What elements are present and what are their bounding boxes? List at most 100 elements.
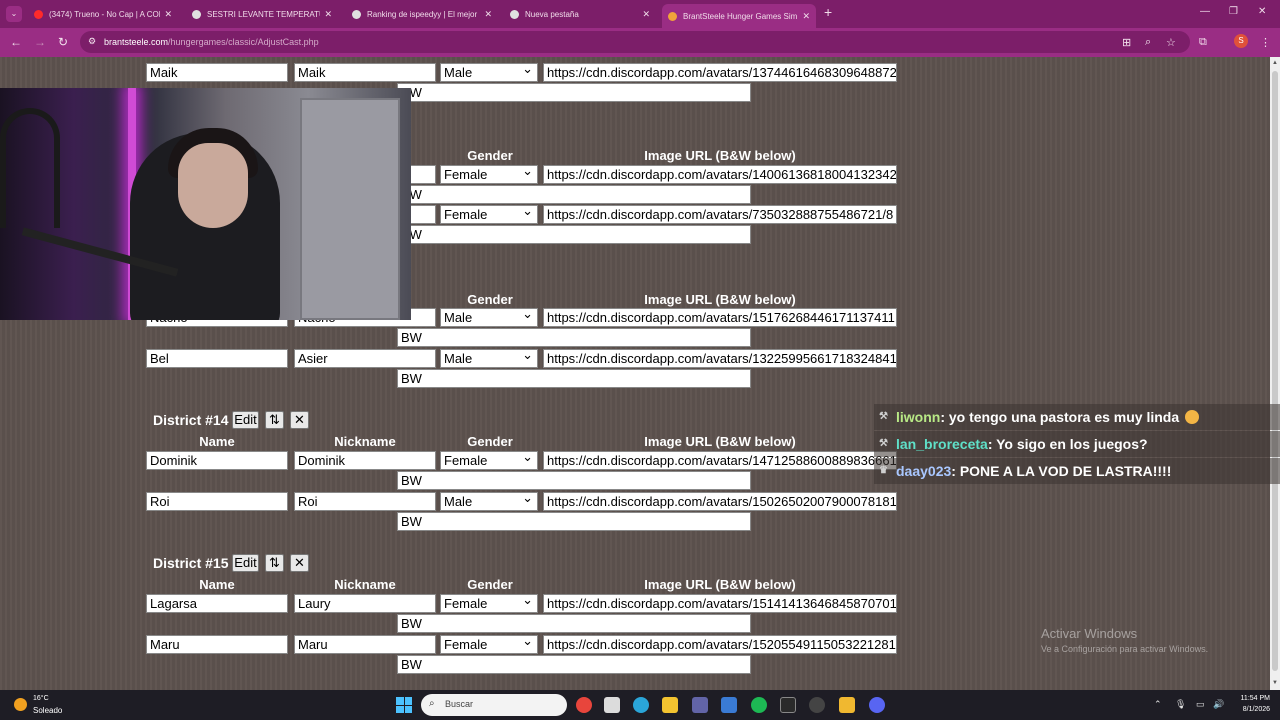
name-input[interactable]: Maru <box>146 635 288 654</box>
image-url-input[interactable]: https://cdn.discordapp.com/avatars/13744… <box>543 63 897 82</box>
gender-header: Gender <box>467 148 513 163</box>
image-url-input[interactable]: https://cdn.discordapp.com/avatars/13225… <box>543 349 897 368</box>
site-info-icon[interactable]: ⚙ <box>88 36 96 47</box>
bookmark-star-icon[interactable]: ☆ <box>1166 36 1176 49</box>
gender-select[interactable]: Female <box>440 165 538 184</box>
nickname-input[interactable]: Laury <box>294 594 436 613</box>
bw-url-input[interactable]: BW <box>397 512 751 531</box>
image-url-input[interactable]: https://cdn.discordapp.com/avatars/14712… <box>543 451 897 470</box>
menu-icon[interactable]: ⋮ <box>1260 36 1271 49</box>
nickname-input[interactable]: Dominik <box>294 451 436 470</box>
nickname-input[interactable]: Roi <box>294 492 436 511</box>
delete-district-button[interactable]: ✕ <box>290 411 309 429</box>
bw-url-input[interactable]: BW <box>397 225 751 244</box>
nickname-input[interactable]: Maik <box>294 63 436 82</box>
name-input[interactable]: Dominik <box>146 451 288 470</box>
image-url-input[interactable]: https://cdn.discordapp.com/avatars/15026… <box>543 492 897 511</box>
scrollbar-thumb[interactable] <box>1272 71 1278 671</box>
image-url-input[interactable]: https://cdn.discordapp.com/avatars/14006… <box>543 165 897 184</box>
image-url-input[interactable]: https://cdn.discordapp.com/avatars/15141… <box>543 594 897 613</box>
bw-url-input[interactable]: BW <box>397 471 751 490</box>
back-icon[interactable]: ← <box>10 35 22 49</box>
name-input[interactable]: Lagarsa <box>146 594 288 613</box>
file-explorer-icon[interactable] <box>662 697 678 713</box>
tab-ranking[interactable]: Ranking de ispeedyy | El mejor ✕ <box>346 4 498 24</box>
gender-select[interactable]: Male <box>440 308 538 327</box>
delete-district-button[interactable]: ✕ <box>290 554 309 572</box>
sort-district-button[interactable]: ⇅ <box>265 411 284 429</box>
tab-search-button[interactable]: ⌄ <box>6 6 22 22</box>
taskbar-search[interactable]: ⌕ Buscar <box>421 694 567 716</box>
address-bar[interactable]: ⚙ brantsteele.com/hungergames/classic/Ad… <box>80 31 1190 53</box>
tab-weather[interactable]: SESTRI LEVANTE TEMPERATURE ✕ <box>186 4 338 24</box>
name-input[interactable]: Roi <box>146 492 288 511</box>
store-icon[interactable] <box>604 697 620 713</box>
url-text[interactable]: brantsteele.com/hungergames/classic/Adju… <box>104 37 319 47</box>
network-icon[interactable]: ▭ <box>1196 699 1205 710</box>
chat-text: : yo tengo una pastora es muy linda <box>940 409 1180 425</box>
chrome-icon[interactable] <box>576 697 592 713</box>
system-clock[interactable]: 11:54 PM 8/1/2026 <box>1228 693 1270 715</box>
tab-youtube[interactable]: (3474) Trueno - No Cap | A COL ✕ <box>28 4 178 24</box>
minimize-icon[interactable]: — <box>1200 6 1210 17</box>
forward-icon[interactable]: → <box>34 35 46 49</box>
weather-widget[interactable]: 16°C Soleado <box>12 695 92 717</box>
gender-header: Gender <box>467 577 513 592</box>
gender-select[interactable]: Female <box>440 635 538 654</box>
tray-chevron-icon[interactable]: ⌃ <box>1154 699 1162 710</box>
microphone-icon[interactable]: 🎙 <box>1175 699 1186 710</box>
page-scrollbar[interactable]: ▲ ▼ <box>1270 57 1280 690</box>
restore-icon[interactable]: ❐ <box>1229 6 1238 17</box>
bw-url-input[interactable]: BW <box>397 185 751 204</box>
image-url-input[interactable]: https://cdn.discordapp.com/avatars/15176… <box>543 308 897 327</box>
gender-select[interactable]: Female <box>440 451 538 470</box>
gender-select[interactable]: Female <box>440 205 538 224</box>
volume-icon[interactable]: 🔊 <box>1213 699 1224 710</box>
profile-avatar[interactable]: S <box>1234 34 1248 48</box>
name-input[interactable]: Maik <box>146 63 288 82</box>
bw-url-input[interactable]: BW <box>397 655 751 674</box>
close-tab-icon[interactable]: ✕ <box>642 9 650 20</box>
bw-url-input[interactable]: BW <box>397 83 751 102</box>
close-tab-icon[interactable]: ✕ <box>802 11 810 22</box>
nickname-input[interactable]: Maru <box>294 635 436 654</box>
bw-url-input[interactable]: BW <box>397 614 751 633</box>
translate-icon[interactable]: ⊞ <box>1122 36 1131 49</box>
spotify-icon[interactable] <box>751 697 767 713</box>
image-url-input[interactable]: https://cdn.discordapp.com/avatars/15205… <box>543 635 897 654</box>
scroll-up-icon[interactable]: ▲ <box>1272 60 1278 66</box>
close-tab-icon[interactable]: ✕ <box>324 9 332 20</box>
chat-text: : PONE A LA VOD DE LASTRA!!!! <box>951 463 1172 479</box>
tab-brantsteele[interactable]: BrantSteele Hunger Games Sim ✕ <box>662 4 816 28</box>
extensions-icon[interactable]: ⧉ <box>1199 36 1207 49</box>
gender-select[interactable]: Female <box>440 594 538 613</box>
zoom-icon[interactable]: ⌕ <box>1145 36 1151 49</box>
close-window-icon[interactable]: ✕ <box>1258 6 1266 17</box>
image-url-header: Image URL (B&W below) <box>644 292 796 307</box>
scroll-down-icon[interactable]: ▼ <box>1272 680 1278 686</box>
tab-new[interactable]: Nueva pestaña ✕ <box>504 4 656 24</box>
bw-url-input[interactable]: BW <box>397 328 751 347</box>
epic-games-icon[interactable] <box>780 697 796 713</box>
mail-icon[interactable] <box>721 697 737 713</box>
bw-url-input[interactable]: BW <box>397 369 751 388</box>
discord-icon[interactable] <box>869 697 885 713</box>
gender-select[interactable]: Male <box>440 349 538 368</box>
nickname-input[interactable]: Asier <box>294 349 436 368</box>
name-input[interactable]: Bel <box>146 349 288 368</box>
edit-district-button[interactable]: Edit <box>232 411 259 429</box>
new-tab-icon[interactable]: + <box>824 4 832 20</box>
obs-icon[interactable] <box>809 697 825 713</box>
image-url-input[interactable]: https://cdn.discordapp.com/avatars/73503… <box>543 205 897 224</box>
gender-select[interactable]: Male <box>440 63 538 82</box>
sort-district-button[interactable]: ⇅ <box>265 554 284 572</box>
teams-icon[interactable] <box>692 697 708 713</box>
edit-district-button[interactable]: Edit <box>232 554 259 572</box>
reload-icon[interactable]: ↻ <box>58 35 68 49</box>
windows-start-icon[interactable] <box>396 697 412 713</box>
close-tab-icon[interactable]: ✕ <box>484 9 492 20</box>
close-tab-icon[interactable]: ✕ <box>164 9 172 20</box>
app-icon[interactable] <box>839 697 855 713</box>
gender-select[interactable]: Male <box>440 492 538 511</box>
edge-icon[interactable] <box>633 697 649 713</box>
